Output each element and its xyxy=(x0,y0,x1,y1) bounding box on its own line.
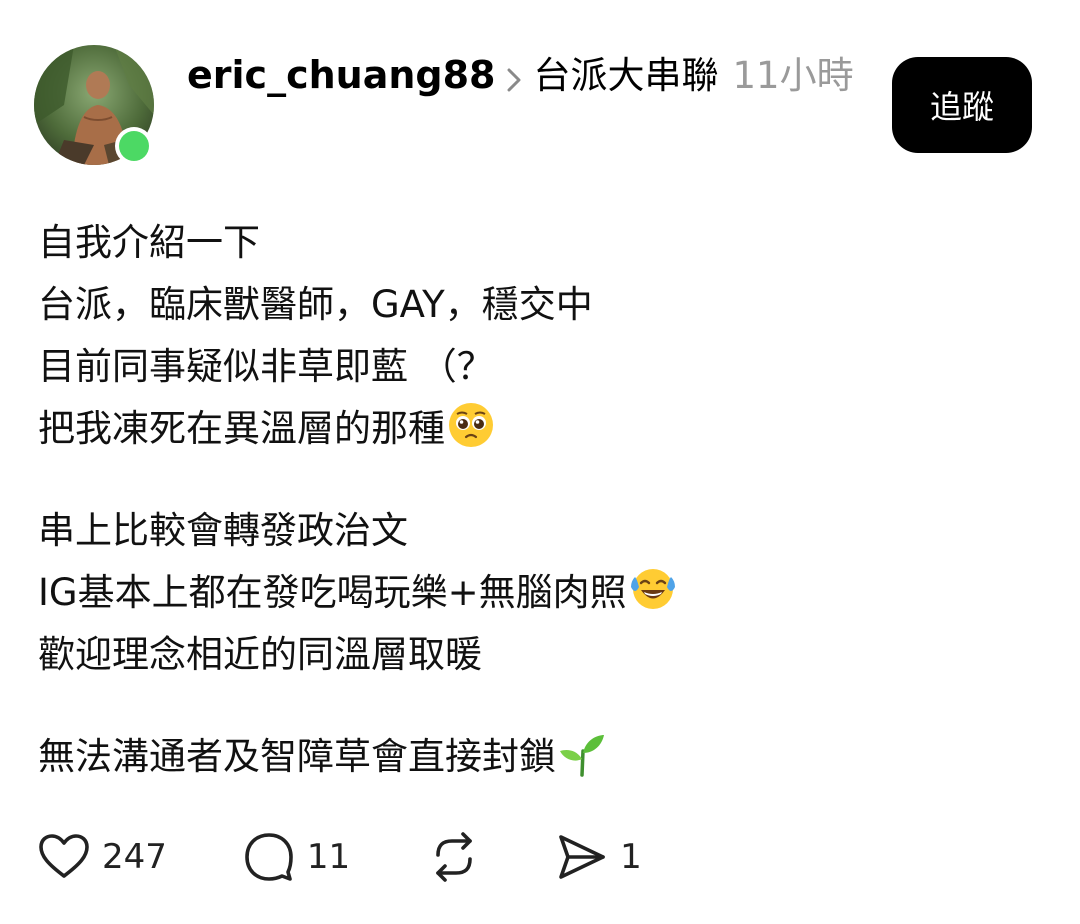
repost-icon xyxy=(436,832,472,882)
seedling-emoji xyxy=(560,735,604,777)
comment-count: 11 xyxy=(306,837,351,877)
online-dot-icon xyxy=(119,131,149,161)
like-button[interactable]: 247 xyxy=(38,831,167,883)
online-status-indicator xyxy=(115,127,153,165)
post-line: 歡迎理念相近的同溫層取暖 xyxy=(38,633,482,676)
thread-post: eric_chuang88 台派大串聯 11小時 追蹤 自我介紹一下 台派，臨床獸醫… xyxy=(0,0,1080,924)
post-header: eric_chuang88 台派大串聯 11小時 xyxy=(187,46,867,107)
repost-button[interactable] xyxy=(428,831,480,883)
username-link[interactable]: eric_chuang88 xyxy=(187,53,495,97)
post-line: 自我介紹一下 xyxy=(38,221,260,264)
share-count: 1 xyxy=(620,837,642,877)
post-actions-bar: 247 11 1 xyxy=(38,825,642,889)
like-count: 247 xyxy=(102,837,167,877)
post-line: 目前同事疑似非草即藍 （？ xyxy=(38,345,494,388)
post-line: 把我凍死在異溫層的那種 xyxy=(38,398,1048,460)
heart-icon xyxy=(39,834,89,878)
post-timestamp: 11小時 xyxy=(732,54,854,97)
post-line: 無法溝通者及智障草會直接封鎖 xyxy=(38,726,1048,788)
tears-of-joy-emoji xyxy=(630,569,675,609)
chevron-right-icon xyxy=(495,49,533,107)
send-icon xyxy=(559,835,605,879)
share-button[interactable]: 1 xyxy=(556,831,642,883)
follow-button[interactable]: 追蹤 xyxy=(892,57,1032,153)
pleading-face-emoji xyxy=(449,403,493,447)
post-line: 台派，臨床獸醫師，GAY，穩交中 xyxy=(38,283,593,326)
comment-button[interactable]: 11 xyxy=(243,831,350,883)
post-line: 串上比較會轉發政治文 xyxy=(38,509,408,552)
post-line: IG基本上都在發吃喝玩樂+無腦肉照 xyxy=(38,562,1048,624)
community-link[interactable]: 台派大串聯 xyxy=(533,54,718,97)
post-body: 自我介紹一下 台派，臨床獸醫師，GAY，穩交中 目前同事疑似非草即藍 （？ 把我… xyxy=(38,212,1048,788)
comment-icon xyxy=(245,833,293,881)
